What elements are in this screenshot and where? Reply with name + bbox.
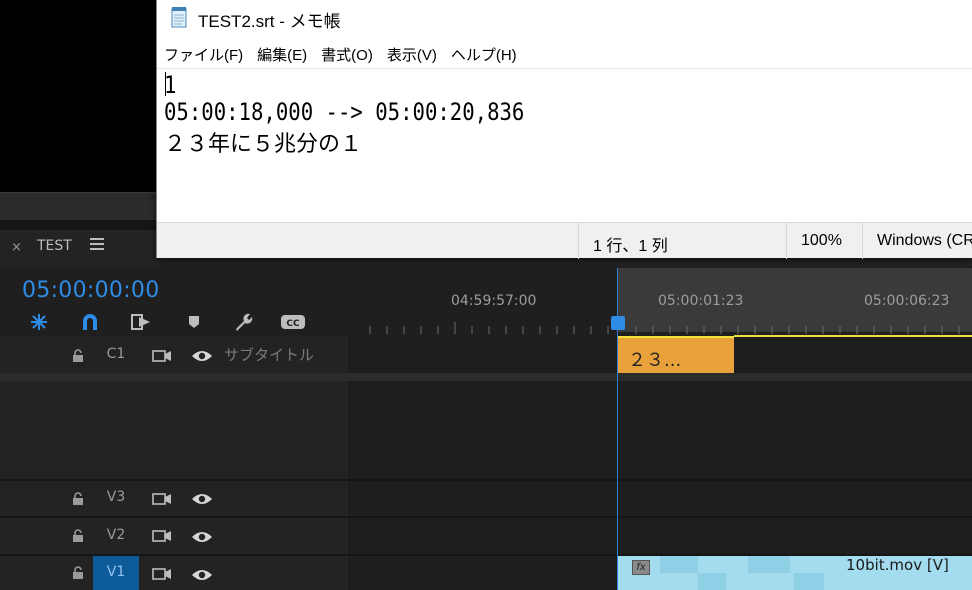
- notepad-window: TEST2.srt - メモ帳 ファイル(F) 編集(E) 書式(O) 表示(V…: [156, 0, 972, 259]
- menu-bar: ファイル(F) 編集(E) 書式(O) 表示(V) ヘルプ(H): [157, 42, 972, 68]
- ruler-label: 04:59:57:00: [451, 293, 537, 309]
- lock-icon[interactable]: [72, 491, 84, 505]
- text-line-2: 05:00:18,000 --> 05:00:20,836: [164, 98, 525, 126]
- track-label-subtitle: サブタイトル: [224, 346, 315, 364]
- track-name-v2[interactable]: V2: [93, 527, 139, 543]
- track-name-c1[interactable]: C1: [93, 346, 139, 362]
- eye-icon[interactable]: [191, 491, 213, 505]
- menu-format[interactable]: 書式(O): [321, 42, 373, 68]
- track-area-v3[interactable]: [351, 481, 972, 516]
- text-editor-area[interactable]: 1 05:00:18,000 --> 05:00:20,836 ２３年に５兆分の…: [157, 68, 972, 222]
- status-bar: 1 行、1 列 100% Windows (CR: [157, 222, 972, 259]
- program-monitor: [0, 0, 156, 192]
- track-name-v3[interactable]: V3: [93, 489, 139, 505]
- notepad-icon: [170, 6, 188, 28]
- camera-toggle-icon[interactable]: [152, 566, 172, 580]
- eye-icon[interactable]: [191, 348, 213, 362]
- track-header-v1: [0, 556, 350, 590]
- empty-track-region: [0, 381, 972, 479]
- menu-file[interactable]: ファイル(F): [164, 42, 243, 68]
- panel-divider: [0, 220, 156, 230]
- linked-selection-icon[interactable]: [128, 310, 154, 334]
- text-caret: [165, 72, 166, 96]
- track-v2: [0, 518, 972, 554]
- clip-thumbnail-block: [794, 573, 824, 590]
- track-name-v1[interactable]: V1: [93, 556, 139, 590]
- ripple-insert-icon[interactable]: [26, 310, 52, 334]
- status-encoding: Windows (CR: [862, 223, 972, 259]
- camera-toggle-icon[interactable]: [152, 491, 172, 505]
- lock-icon[interactable]: [72, 528, 84, 542]
- menu-help[interactable]: ヘルプ(H): [451, 42, 517, 68]
- ruler-label: 05:00:01:23: [658, 293, 744, 309]
- playhead-timecode[interactable]: 05:00:00:00: [22, 278, 160, 303]
- add-marker-icon[interactable]: [181, 310, 207, 334]
- video-clip[interactable]: fx 10bit.mov [V]: [618, 556, 972, 590]
- ruler-label: 05:00:06:23: [864, 293, 950, 309]
- subtitle-clip[interactable]: ２３...: [618, 336, 734, 373]
- video-clip-name: 10bit.mov [V]: [846, 556, 949, 574]
- track-header-v2: [0, 518, 350, 554]
- close-icon[interactable]: ×: [11, 240, 22, 255]
- sequence-tab-title[interactable]: TEST: [37, 238, 72, 254]
- eye-icon[interactable]: [191, 529, 213, 543]
- clip-thumbnail-block: [660, 556, 698, 573]
- track-area-v2[interactable]: [351, 518, 972, 554]
- eye-icon[interactable]: [191, 567, 213, 581]
- caption-track-indicator: [734, 335, 972, 337]
- track-c1: [0, 336, 972, 373]
- fx-badge[interactable]: fx: [632, 560, 650, 575]
- track-v3: [0, 481, 972, 516]
- track-header-empty: [0, 381, 350, 479]
- clip-thumbnail-block: [748, 556, 790, 573]
- notepad-titlebar[interactable]: TEST2.srt - メモ帳: [157, 0, 972, 38]
- camera-toggle-icon[interactable]: [152, 348, 172, 362]
- status-cursor-position: 1 行、1 列: [578, 223, 786, 259]
- snap-magnet-icon[interactable]: [77, 310, 103, 334]
- text-line-3: ２３年に５兆分の１: [164, 132, 363, 157]
- track-area-empty: [351, 381, 972, 479]
- clip-thumbnail-block: [698, 573, 726, 590]
- track-header-v3: [0, 481, 350, 516]
- ruler-ticks: [369, 322, 960, 334]
- menu-view[interactable]: 表示(V): [387, 42, 437, 68]
- wrench-icon[interactable]: [230, 310, 256, 334]
- playhead-handle[interactable]: [611, 316, 625, 330]
- lock-icon[interactable]: [72, 565, 84, 579]
- status-zoom: 100%: [786, 223, 862, 259]
- captions-icon[interactable]: CC: [280, 310, 306, 334]
- subtitle-clip-text: ２３...: [628, 350, 682, 371]
- hamburger-menu-icon[interactable]: [90, 238, 104, 252]
- camera-toggle-icon[interactable]: [152, 528, 172, 542]
- track-separator: [0, 373, 972, 381]
- monitor-controls-strip: [0, 192, 156, 220]
- lock-icon[interactable]: [72, 348, 84, 362]
- menu-edit[interactable]: 編集(E): [257, 42, 307, 68]
- svg-text:CC: CC: [286, 319, 300, 329]
- window-title: TEST2.srt - メモ帳: [198, 12, 341, 31]
